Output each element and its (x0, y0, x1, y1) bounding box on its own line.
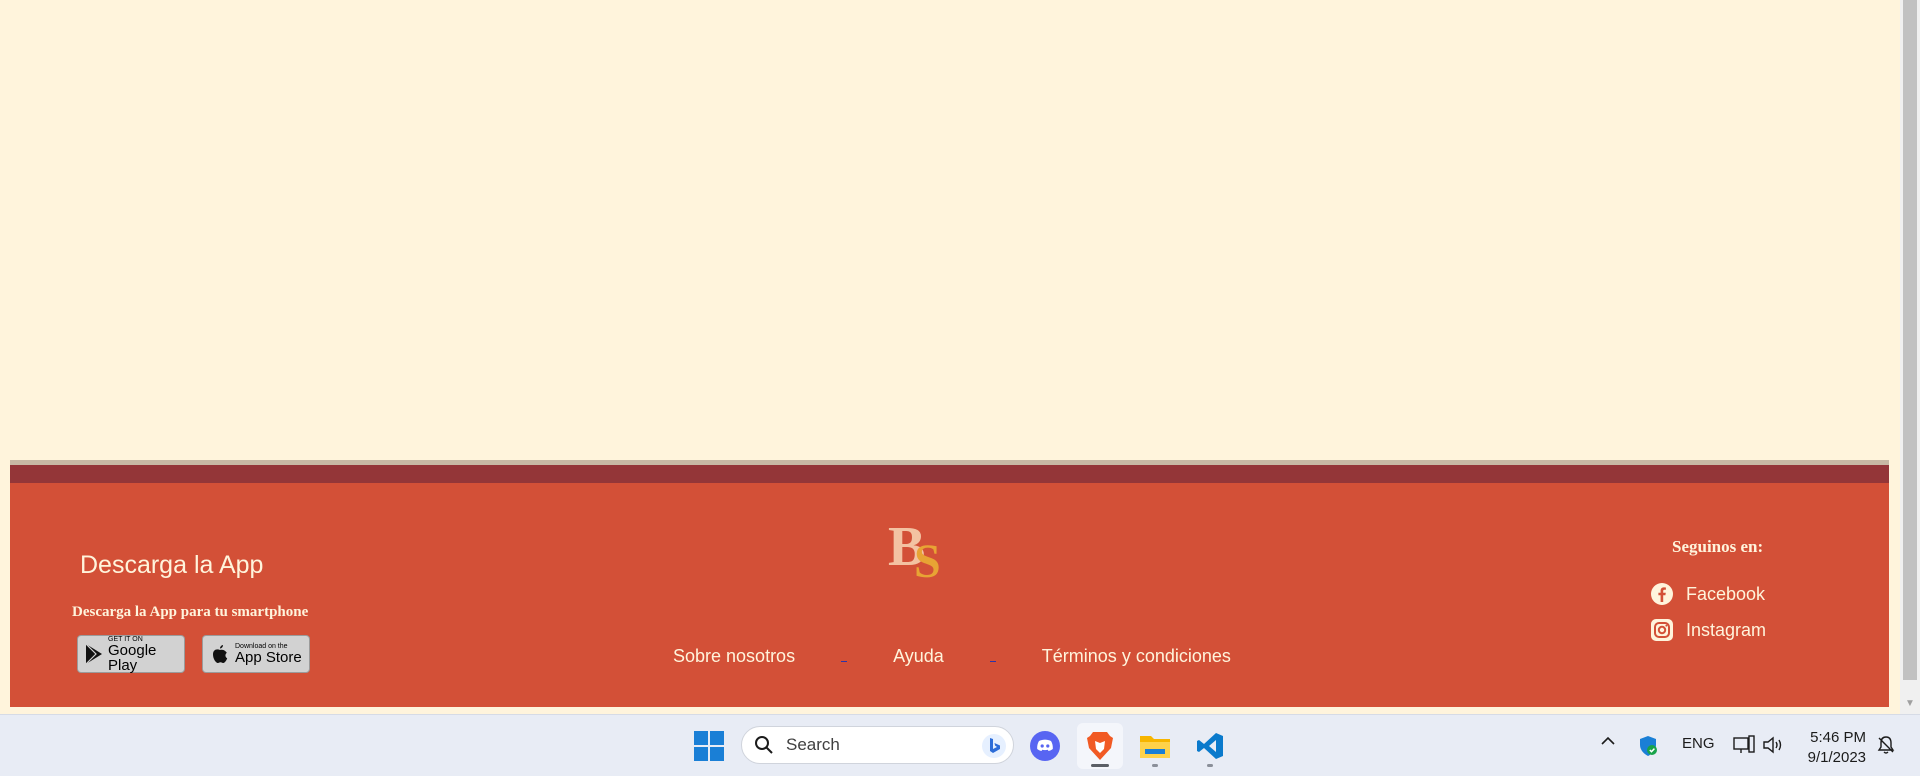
footer-link-sobre-nosotros[interactable]: Sobre nosotros (673, 646, 795, 667)
app-store-badge[interactable]: Download on the App Store (202, 635, 310, 673)
facebook-icon (1651, 583, 1673, 605)
active-app-indicator (1091, 764, 1109, 767)
taskbar-file-explorer[interactable] (1132, 723, 1178, 769)
page-viewport: Descarga la App Descarga la App para tu … (0, 0, 1920, 714)
svg-text:S: S (914, 535, 941, 583)
clock-time: 5:46 PM (1810, 729, 1866, 746)
google-play-label: Google Play (108, 641, 157, 674)
input-language[interactable]: ENG (1682, 735, 1715, 752)
google-play-badge[interactable]: GET IT ON Google Play (77, 635, 185, 673)
download-app-heading: Descarga la App (80, 551, 264, 579)
discord-icon (1030, 731, 1060, 761)
search-icon (755, 736, 773, 754)
footer-link-ayuda[interactable]: Ayuda (893, 646, 944, 667)
taskbar-search[interactable]: Search (741, 726, 1014, 764)
follow-us-heading: Seguinos en: (1672, 537, 1764, 556)
download-app-subheading: Descarga la App para tu smartphone (72, 604, 309, 620)
volume-icon[interactable] (1762, 735, 1784, 755)
notification-bell-icon[interactable] (1876, 735, 1896, 755)
apple-icon (209, 643, 231, 665)
taskbar-discord[interactable] (1022, 723, 1068, 769)
taskbar-brave[interactable] (1077, 723, 1123, 769)
scroll-down-arrow-icon[interactable]: ▼ (1904, 698, 1916, 710)
footer-links: Sobre nosotros Ayuda Términos y condicio… (673, 646, 1231, 667)
windows-taskbar: Search ENG 5:46 PM 9/1/2023 (0, 714, 1920, 776)
start-button[interactable] (686, 723, 732, 769)
start-icon (694, 731, 724, 761)
link-separator (989, 652, 996, 662)
show-hidden-icons-chevron-icon[interactable] (1600, 733, 1616, 749)
facebook-label: Facebook (1686, 583, 1766, 604)
social-link-facebook[interactable]: Facebook (1650, 582, 1765, 606)
footer-band (10, 465, 1889, 483)
instagram-icon (1651, 619, 1673, 641)
google-play-icon (84, 643, 104, 665)
taskbar-vscode[interactable] (1187, 723, 1233, 769)
page-left-gutter (0, 0, 10, 714)
brand-logo[interactable]: B S (886, 515, 956, 583)
bing-icon[interactable] (981, 733, 1007, 759)
scrollbar-thumb[interactable] (1903, 0, 1917, 680)
site-footer: Descarga la App Descarga la App para tu … (10, 483, 1889, 707)
file-explorer-icon (1140, 736, 1170, 758)
search-placeholder: Search (786, 735, 840, 754)
footer-link-terminos[interactable]: Términos y condiciones (1042, 646, 1231, 667)
running-app-indicator (1207, 764, 1213, 767)
app-store-label: App Store (235, 649, 302, 666)
link-separator (841, 652, 848, 662)
security-shield-icon[interactable] (1638, 735, 1658, 757)
social-link-instagram[interactable]: Instagram (1650, 618, 1766, 642)
brave-icon (1087, 732, 1113, 760)
vscode-icon (1197, 733, 1223, 759)
network-icon[interactable] (1733, 735, 1755, 755)
instagram-label: Instagram (1686, 619, 1767, 640)
running-app-indicator (1152, 764, 1158, 767)
system-clock[interactable]: 5:46 PM 9/1/2023 (1796, 728, 1866, 768)
page-scrollbar[interactable]: ▼ (1900, 0, 1920, 714)
clock-date: 9/1/2023 (1807, 749, 1866, 766)
